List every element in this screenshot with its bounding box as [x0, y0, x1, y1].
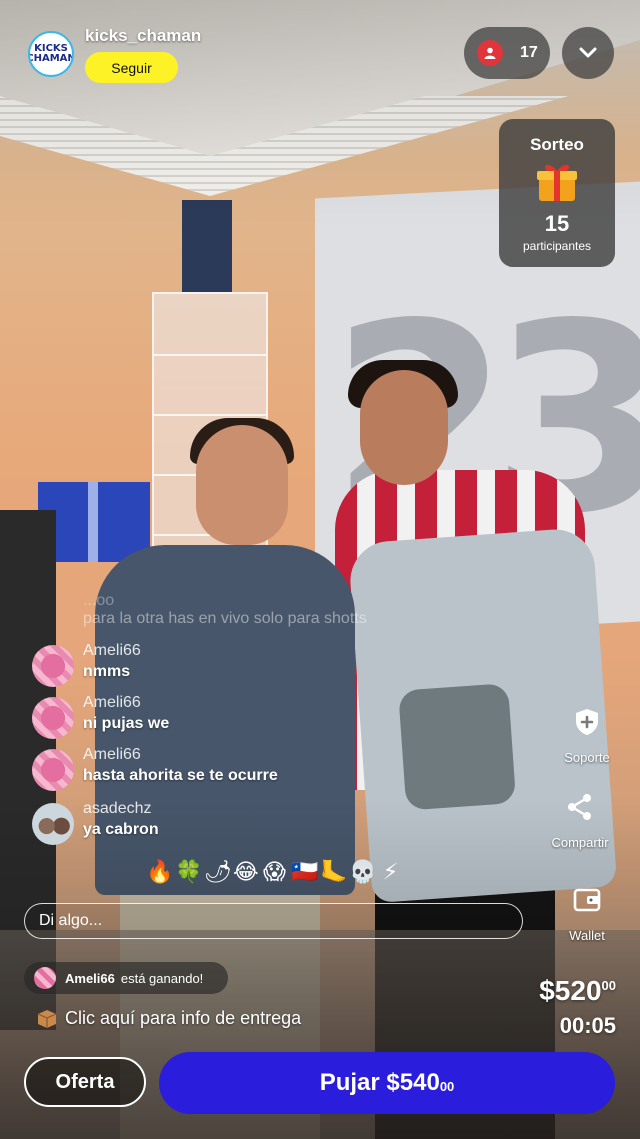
- chat-faded-message: para la otra has en vivo solo para shott…: [83, 610, 367, 627]
- winning-text: está ganando!: [120, 970, 204, 986]
- seller-avatar[interactable]: KICKS CHAMAN: [28, 31, 74, 77]
- collapse-button[interactable]: [562, 27, 614, 79]
- delivery-text: Clic aquí para info de entrega: [65, 1008, 302, 1028]
- reaction-skull[interactable]: 💀: [349, 860, 376, 885]
- reaction-laugh[interactable]: 😂: [233, 860, 259, 885]
- wallet-icon: [573, 888, 601, 912]
- chat-text: ni pujas we: [83, 715, 170, 732]
- avatar: [32, 749, 74, 791]
- price-amount: $520: [539, 975, 602, 1006]
- share-button[interactable]: Compartir: [540, 792, 620, 850]
- user-icon: [477, 40, 503, 66]
- wallet-label: Wallet: [569, 928, 605, 943]
- chat-faded-username: ...oo: [83, 592, 115, 609]
- chat-text: ya cabron: [83, 821, 159, 838]
- reaction-chili[interactable]: 🌶: [204, 860, 232, 885]
- chat-text: hasta ahorita se te ocurre: [83, 767, 278, 784]
- winning-username: Ameli66: [65, 970, 115, 986]
- support-button[interactable]: Soporte: [547, 707, 627, 765]
- share-icon: [568, 794, 591, 820]
- chat-username: asadechz: [83, 800, 152, 817]
- bid-button[interactable]: Pujar $540 00: [159, 1052, 615, 1114]
- package-icon: [37, 1009, 57, 1028]
- wallet-button[interactable]: Wallet: [547, 885, 627, 943]
- viewer-count-pill[interactable]: 17: [464, 27, 550, 79]
- avatar: [32, 697, 74, 739]
- reaction-flag-chile[interactable]: 🇨🇱: [291, 860, 318, 885]
- bid-cents: 00: [439, 1078, 455, 1094]
- gift-icon: [537, 164, 577, 201]
- avatar: [34, 967, 56, 989]
- avatar: [32, 803, 74, 845]
- reaction-lightning[interactable]: ⚡: [378, 860, 403, 885]
- follow-button[interactable]: Seguir: [85, 52, 178, 83]
- bid-label: Pujar $540: [319, 1069, 440, 1096]
- seller-username[interactable]: kicks_chaman: [85, 26, 201, 46]
- winning-bidder-badge: Ameli66 está ganando!: [24, 962, 228, 994]
- support-label: Soporte: [564, 750, 610, 765]
- reaction-fire[interactable]: 🔥: [146, 860, 173, 885]
- chat-username: Ameli66: [83, 642, 141, 659]
- delivery-info-link[interactable]: Clic aquí para info de entrega: [37, 1008, 301, 1029]
- giveaway-participant-count: 15: [544, 211, 570, 236]
- chat-text: nmms: [83, 663, 131, 680]
- shield-plus-icon: [576, 709, 598, 735]
- chat-username: Ameli66: [83, 694, 141, 711]
- current-price: $52000: [539, 975, 616, 1007]
- giveaway-title: Sorteo: [530, 135, 584, 154]
- viewer-count: 17: [520, 44, 538, 61]
- chat-input[interactable]: [24, 903, 523, 939]
- reaction-shocked[interactable]: 😱: [262, 860, 287, 885]
- reaction-clover[interactable]: 🍀: [175, 860, 202, 885]
- chevron-down-icon: [579, 47, 597, 58]
- auction-timer: 00:05: [559, 1013, 616, 1038]
- avatar: [32, 645, 74, 687]
- offer-button[interactable]: Oferta: [24, 1057, 146, 1107]
- seller-logo-text: KICKS CHAMAN: [28, 42, 74, 64]
- chat-username: Ameli66: [83, 746, 141, 763]
- reaction-bar: 🔥 🍀 🌶 😂 😱 🇨🇱 🦶 💀 ⚡: [146, 860, 403, 885]
- reaction-foot[interactable]: 🦶: [320, 860, 347, 885]
- price-cents: 00: [601, 978, 616, 993]
- giveaway-card[interactable]: Sorteo 15 participantes: [499, 119, 615, 267]
- giveaway-participants-label: participantes: [522, 239, 592, 253]
- share-label: Compartir: [551, 835, 609, 850]
